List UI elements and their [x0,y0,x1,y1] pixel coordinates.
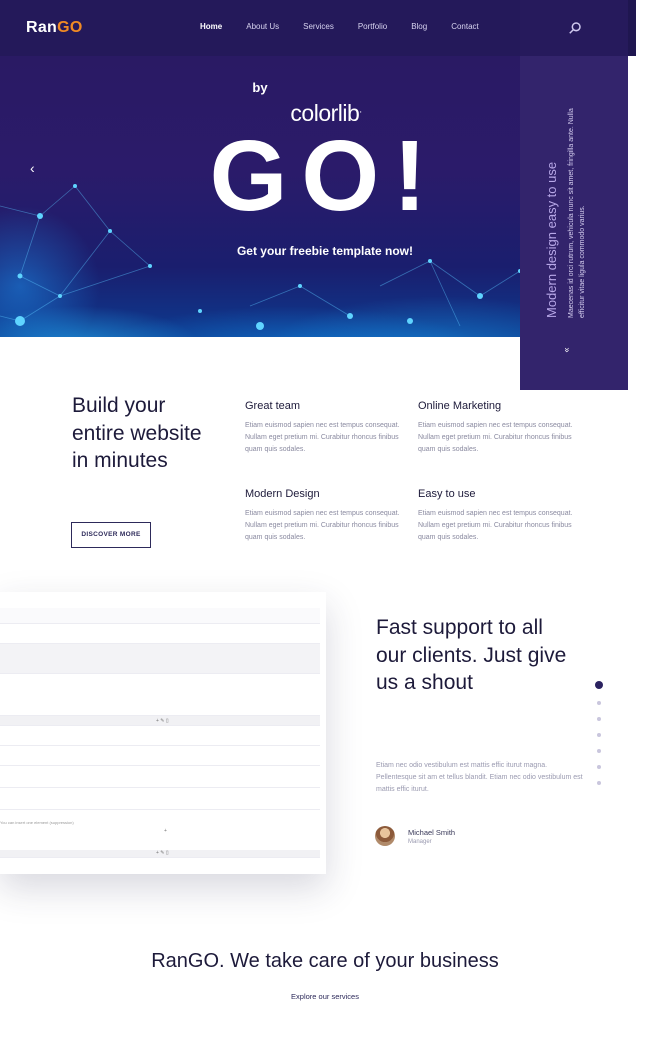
mock-row [0,644,320,674]
row-edit-icons[interactable]: + ✎ ▯ [156,850,169,856]
feature-title: Online Marketing [418,400,502,412]
nav-item-portfolio[interactable]: Portfolio [358,22,387,31]
feature-text: Etiam euismod sapien nec est tempus cons… [418,510,573,541]
feature-card: Modern Design Etiam euismod sapien nec e… [245,488,415,544]
tagline-heading: RanGO. We take care of your business [151,950,499,972]
feature-text: Etiam euismod sapien nec est tempus cons… [245,510,400,541]
slider-dot[interactable] [597,765,601,769]
hero-brand-dot: . [359,104,362,116]
discover-more-button[interactable]: DISCOVER MORE [71,522,151,548]
builder-screenshot: automatic updates and which premium supp… [0,592,326,874]
slider-dot[interactable] [597,781,601,785]
logo-main-text: Ran [26,19,58,36]
mock-row [0,746,320,766]
slider-dot[interactable] [595,681,603,689]
mock-row [0,608,320,624]
mock-row [0,674,320,716]
add-element-icon[interactable]: + [164,828,167,834]
nav-item-blog[interactable]: Blog [411,22,427,31]
side-panel-header [520,0,628,56]
feature-card: Great team Etiam euismod sapien nec est … [245,400,415,456]
mock-row [0,788,320,810]
feature-text: Etiam euismod sapien nec est tempus cons… [418,422,573,453]
side-panel-content: Modern design easy to use Maecenas id or… [530,64,620,326]
slider-dot[interactable] [597,717,601,721]
feature-text: Etiam euismod sapien nec est tempus cons… [245,422,400,453]
feature-title: Easy to use [418,488,476,500]
slider-dot[interactable] [597,701,601,705]
side-panel-title: Modern design easy to use [544,161,559,318]
testimonial-name: Michael Smith [408,828,456,837]
nav-item-about-us[interactable]: About Us [246,22,279,31]
nav-item-services[interactable]: Services [303,22,334,31]
hero-by-text: by [252,80,268,95]
mock-bottom-note: You can insert one element (suppression) [0,820,74,825]
site-logo[interactable]: RanGO [26,19,83,37]
mock-row [0,726,320,746]
logo-accent-text: GO [57,19,83,36]
support-title: Fast support to all our clients. Just gi… [376,616,567,694]
mock-row [0,766,320,788]
side-panel-text: Maecenas id orci rutrum, vehicula nunc s… [568,108,586,318]
slider-dot[interactable] [597,749,601,753]
explore-services-link[interactable]: Explore our services [0,992,650,1001]
nav-item-contact[interactable]: Contact [451,22,479,31]
search-icon[interactable] [568,21,582,35]
avatar [375,826,395,846]
mock-row [0,630,320,644]
row-edit-icons[interactable]: + ✎ ▯ [156,718,169,724]
slider-dot[interactable] [597,733,601,737]
feature-title: Modern Design [245,488,320,500]
features-title: Build your entire website in minutes [72,394,202,472]
testimonial-role: Manager [408,839,432,845]
side-panel-edge [628,0,636,56]
main-menu: Home About Us Services Portfolio Blog Co… [200,22,503,31]
feature-title: Great team [245,400,301,412]
slider-pagination [595,681,603,797]
chevron-down-icon[interactable]: » [563,347,573,352]
nav-item-home[interactable]: Home [200,22,222,31]
support-text: Etiam nec odio vestibulum est mattis eff… [376,762,583,793]
feature-card: Online Marketing Etiam euismod sapien ne… [418,400,588,456]
feature-card: Easy to use Etiam euismod sapien nec est… [418,488,588,544]
